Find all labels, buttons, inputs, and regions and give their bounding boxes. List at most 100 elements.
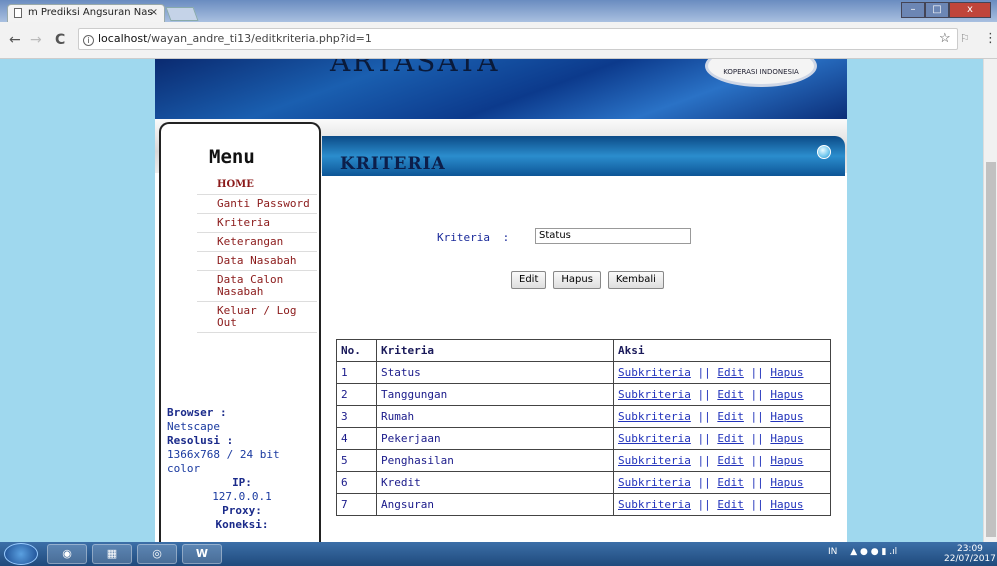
firefox-icon[interactable]: ◉ [47, 544, 87, 564]
browser-tab[interactable]: m Prediksi Angsuran Nas × [7, 4, 165, 22]
table-header-row: No. Kriteria Aksi [336, 339, 831, 362]
sidebar-item-keterangan[interactable]: Keterangan [197, 233, 317, 252]
row-kriteria: Status [376, 361, 614, 384]
browser-value: Netscape [167, 420, 220, 433]
start-button[interactable] [4, 543, 38, 565]
edit-button[interactable]: Edit [511, 271, 547, 289]
client-info: Browser : Netscape Resolusi : 1366x768 /… [167, 406, 317, 532]
separator: || [697, 432, 711, 445]
header-aksi: Aksi [613, 339, 831, 362]
url-path: /wayan_andre_ti13/editkriteria.php?id=1 [147, 32, 372, 45]
row-no: 2 [336, 383, 377, 406]
row-no: 7 [336, 493, 377, 516]
row-no: 6 [336, 471, 377, 494]
sidebar-item-home[interactable]: HOME [197, 176, 317, 195]
edit-link[interactable]: Edit [717, 476, 744, 489]
forward-icon[interactable]: → [30, 32, 42, 48]
language-indicator[interactable]: IN [828, 547, 837, 557]
hapus-link[interactable]: Hapus [770, 454, 803, 467]
new-tab-button[interactable] [165, 7, 199, 21]
ip-label: IP: [232, 476, 252, 489]
sidebar-item-data-nasabah[interactable]: Data Nasabah [197, 252, 317, 271]
tray-icons[interactable]: ▲ ● ● ▮ .ıl [850, 547, 897, 557]
kriteria-input[interactable]: Status [535, 228, 691, 244]
sidebar-item-data-calon-nasabah[interactable]: Data Calon Nasabah [197, 271, 317, 302]
kriteria-colon: : [502, 231, 510, 244]
hapus-link[interactable]: Hapus [770, 498, 803, 511]
address-toolbar: ← → C i localhost/wayan_andre_ti13/editkr… [0, 22, 997, 59]
separator: || [750, 476, 764, 489]
page-title: KRITERIA [340, 154, 446, 174]
row-actions: Subkriteria || Edit || Hapus [613, 471, 831, 494]
row-actions: Subkriteria || Edit || Hapus [613, 427, 831, 450]
maximize-button[interactable]: □ [925, 2, 949, 18]
hapus-link[interactable]: Hapus [770, 388, 803, 401]
row-no: 5 [336, 449, 377, 472]
row-kriteria: Tanggungan [376, 383, 614, 406]
sidebar-item-logout[interactable]: Keluar / Log Out [197, 302, 317, 333]
separator: || [697, 476, 711, 489]
header-no: No. [336, 339, 377, 362]
hapus-link[interactable]: Hapus [770, 366, 803, 379]
window-controls: – □ x [901, 2, 991, 18]
hapus-link[interactable]: Hapus [770, 432, 803, 445]
browser-menu-icon[interactable]: ⋮ [984, 31, 997, 46]
subkriteria-link[interactable]: Subkriteria [618, 476, 691, 489]
edit-link[interactable]: Edit [717, 388, 744, 401]
edit-link[interactable]: Edit [717, 454, 744, 467]
word-icon[interactable]: W [182, 544, 222, 564]
subkriteria-link[interactable]: Subkriteria [618, 454, 691, 467]
subkriteria-link[interactable]: Subkriteria [618, 498, 691, 511]
menu-title: Menu [209, 146, 255, 168]
close-window-button[interactable]: x [949, 2, 991, 18]
row-actions: Subkriteria || Edit || Hapus [613, 405, 831, 428]
scrollbar-thumb[interactable] [986, 162, 996, 537]
resolusi-label: Resolusi : [167, 434, 234, 447]
table-row: 6 Kredit Subkriteria || Edit || Hapus [336, 471, 831, 494]
sidebar-item-ganti-password[interactable]: Ganti Password [197, 195, 317, 214]
info-icon[interactable]: i [83, 35, 94, 46]
address-bar[interactable]: i localhost/wayan_andre_ti13/editkriteria… [78, 28, 958, 50]
koneksi-label: Koneksi: [215, 518, 269, 531]
sidebar-item-kriteria[interactable]: Kriteria [197, 214, 317, 233]
hapus-button[interactable]: Hapus [553, 271, 601, 289]
extension-icon[interactable]: ⚐ [960, 32, 970, 45]
minimize-button[interactable]: – [901, 2, 925, 18]
reload-icon[interactable]: C [55, 32, 65, 48]
orb-icon [817, 145, 831, 159]
page-icon [14, 8, 22, 18]
clock-time: 23:09 [956, 544, 983, 554]
koperasi-logo: KOPERASI INDONESIA [705, 59, 817, 87]
edit-link[interactable]: Edit [717, 432, 744, 445]
edit-link[interactable]: Edit [717, 366, 744, 379]
separator: || [697, 410, 711, 423]
subkriteria-link[interactable]: Subkriteria [618, 366, 691, 379]
subkriteria-link[interactable]: Subkriteria [618, 432, 691, 445]
kembali-button[interactable]: Kembali [607, 271, 664, 289]
scrollbar[interactable] [983, 59, 997, 542]
table-row: 1 Status Subkriteria || Edit || Hapus [336, 361, 831, 384]
separator: || [750, 366, 764, 379]
edit-link[interactable]: Edit [717, 498, 744, 511]
bookmark-star-icon[interactable]: ☆ [939, 31, 951, 46]
hapus-link[interactable]: Hapus [770, 410, 803, 423]
table-row: 5 Penghasilan Subkriteria || Edit || Hapus [336, 449, 831, 472]
separator: || [750, 388, 764, 401]
row-no: 1 [336, 361, 377, 384]
subkriteria-link[interactable]: Subkriteria [618, 388, 691, 401]
clock[interactable]: 23:09 22/07/2017 [944, 544, 996, 564]
proxy-label: Proxy: [222, 504, 262, 517]
back-icon[interactable]: ← [9, 32, 21, 48]
row-no: 3 [336, 405, 377, 428]
subkriteria-link[interactable]: Subkriteria [618, 410, 691, 423]
clock-date: 22/07/2017 [944, 554, 996, 564]
row-actions: Subkriteria || Edit || Hapus [613, 383, 831, 406]
explorer-icon[interactable]: ▦ [92, 544, 132, 564]
header-kriteria: Kriteria [376, 339, 614, 362]
tab-close-icon[interactable]: × [150, 5, 158, 21]
hapus-link[interactable]: Hapus [770, 476, 803, 489]
edit-link[interactable]: Edit [717, 410, 744, 423]
separator: || [750, 498, 764, 511]
kriteria-label: Kriteria [437, 231, 490, 244]
chrome-icon[interactable]: ◎ [137, 544, 177, 564]
